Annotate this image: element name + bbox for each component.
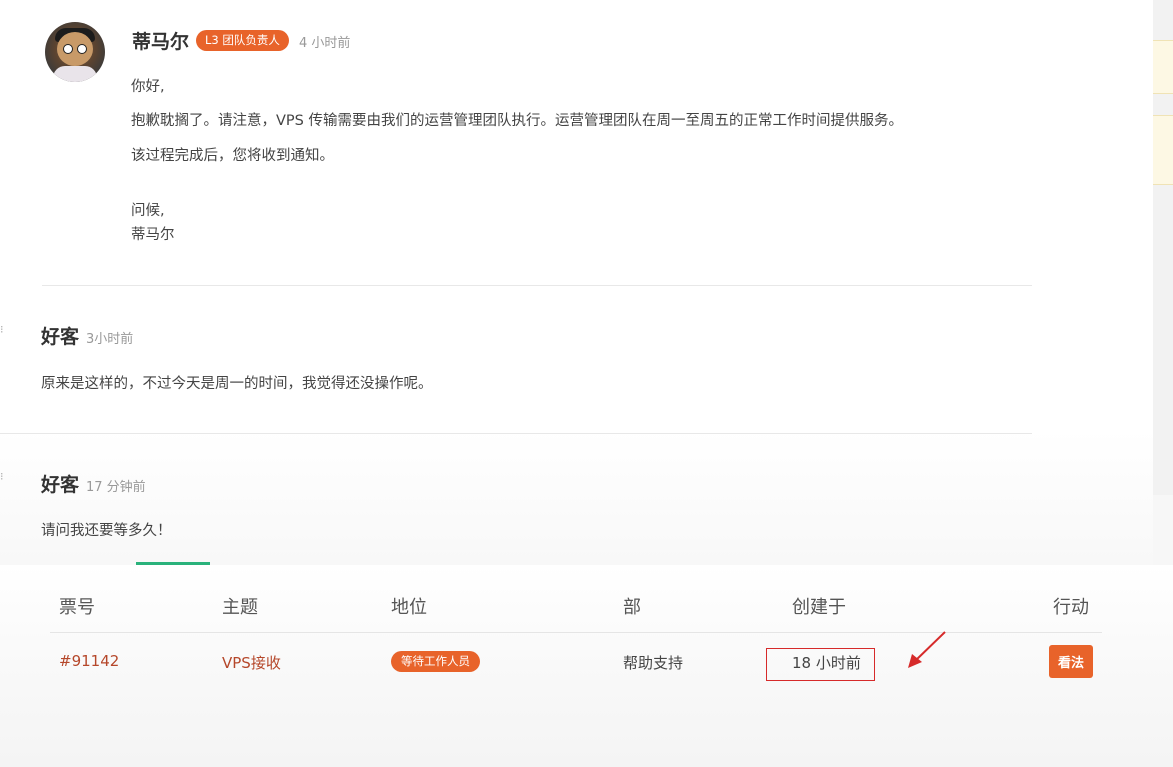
reply-divider <box>0 433 1032 434</box>
column-header-ticket: 票号 <box>59 597 95 618</box>
column-header-action: 行动 <box>1053 597 1089 618</box>
panel-fade <box>0 430 1153 565</box>
column-header-subject: 主题 <box>222 597 258 618</box>
department-cell: 帮助支持 <box>623 654 684 672</box>
annotation-highlight-box <box>766 648 875 681</box>
annotation-arrow-icon <box>908 631 946 668</box>
reply-author: 好客 <box>41 474 80 496</box>
status-badge: 等待工作人员 <box>391 651 480 672</box>
reply-author: 蒂马尔 <box>132 31 190 53</box>
reply-line: 该过程完成后，您将收到通知。 <box>131 148 334 164</box>
reply-divider <box>42 285 1032 286</box>
reply-time: 17 分钟前 <box>86 480 146 495</box>
reply-author: 好客 <box>41 326 80 348</box>
staff-avatar <box>45 22 105 82</box>
reply-line: 你好, <box>131 79 165 95</box>
column-header-department: 部 <box>623 597 641 618</box>
view-ticket-button[interactable]: 看法 <box>1049 645 1093 678</box>
reply-line: 问候, <box>131 203 165 219</box>
active-tab-indicator <box>136 562 210 565</box>
background-notice-strip <box>1153 115 1173 185</box>
column-header-created: 创建于 <box>792 597 846 618</box>
reply-text: 原来是这样的，不过今天是周一的时间，我觉得还没操作呢。 <box>41 376 433 392</box>
reply-signature: 蒂马尔 <box>131 227 175 243</box>
background-notice-strip <box>1153 40 1173 94</box>
staff-role-badge: L3 团队负责人 <box>196 30 289 51</box>
ticket-table <box>0 565 1173 767</box>
column-header-status: 地位 <box>391 597 427 618</box>
ticket-subject-link[interactable]: VPS接收 <box>222 652 281 673</box>
edge-mark: ⁝ <box>0 470 4 483</box>
reply-time: 4 小时前 <box>299 36 351 51</box>
reply-time: 3小时前 <box>86 332 134 347</box>
ticket-number-link[interactable]: #91142 <box>59 652 119 670</box>
edge-mark: ⁝ <box>0 323 4 336</box>
reply-line: 抱歉耽搁了。请注意，VPS 传输需要由我们的运营管理团队执行。运营管理团队在周一… <box>131 113 903 129</box>
reply-text: 请问我还要等多久！ <box>41 523 172 539</box>
background-page-edge <box>1153 495 1173 565</box>
